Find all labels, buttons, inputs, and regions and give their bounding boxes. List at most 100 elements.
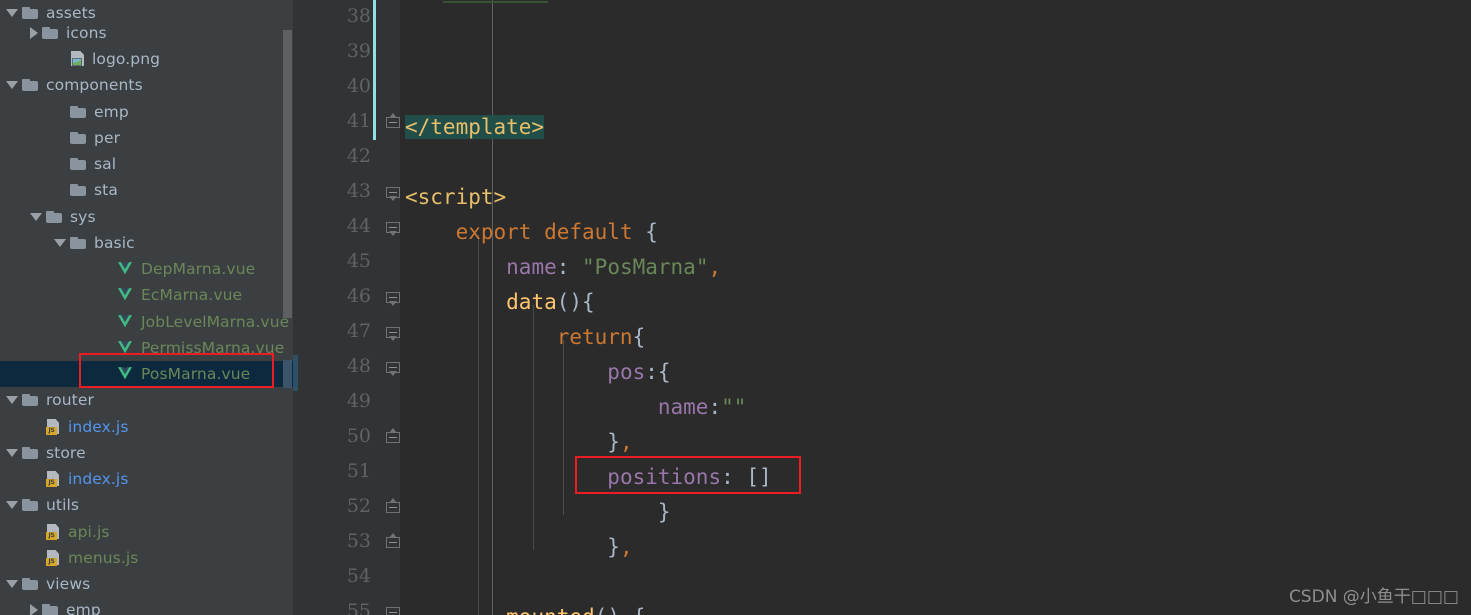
ide-screenshot: assets icons logo.png components emp per sal st…: [0, 0, 1471, 615]
code-token: mounted: [506, 605, 595, 615]
tree-item-depmarna-vue[interactable]: DepMarna.vue: [0, 256, 293, 282]
fold-toggle-icon[interactable]: [386, 607, 400, 615]
tree-item-label: index.js: [68, 418, 129, 436]
code-editor[interactable]: 38 39 40 41 42 43 44 45 46 47 48 49 50 51 52 53 54 55 </t…: [293, 0, 1471, 615]
fold-toggle-icon[interactable]: [386, 292, 400, 306]
code-token: {: [582, 290, 595, 314]
chevron-right-icon[interactable]: [30, 604, 38, 615]
code-token: name: [657, 395, 709, 419]
fold-toggle-icon[interactable]: [386, 533, 400, 551]
line-number: 41: [346, 110, 371, 132]
js-file-icon: JS: [46, 524, 61, 540]
code-token: name: [506, 255, 557, 279]
folder-icon: [22, 393, 39, 407]
line-number: 53: [346, 530, 371, 552]
tree-item-store[interactable]: store: [0, 440, 293, 466]
project-tree-panel[interactable]: assets icons logo.png components emp per sal st…: [0, 0, 293, 615]
code-line[interactable]: return{: [405, 320, 646, 355]
tree-item-icons[interactable]: icons: [0, 20, 293, 46]
folder-icon: [70, 105, 87, 119]
tree-item-label: sta: [94, 181, 118, 199]
code-line[interactable]: <script>: [405, 180, 506, 215]
fold-toggle-icon[interactable]: [386, 498, 400, 516]
code-line[interactable]: pos:{: [405, 355, 670, 390]
code-line[interactable]: export default {: [405, 215, 658, 250]
code-line[interactable]: name:"": [405, 390, 747, 425]
tree-item-label: basic: [94, 234, 135, 252]
code-folding-rail[interactable]: [393, 0, 493, 615]
line-number: 46: [346, 285, 371, 307]
tree-item-sys[interactable]: sys: [0, 204, 293, 230]
fold-toggle-icon[interactable]: [386, 327, 400, 341]
chevron-down-icon[interactable]: [6, 580, 18, 588]
tree-item-logo-png[interactable]: logo.png: [0, 46, 293, 72]
code-line[interactable]: },: [405, 530, 633, 565]
tree-item-posmarna-vue[interactable]: PosMarna.vue: [0, 361, 293, 387]
code-token: ,: [619, 535, 633, 559]
folder-icon: [70, 236, 87, 250]
chevron-down-icon[interactable]: [6, 396, 18, 404]
js-file-icon: JS: [46, 550, 61, 566]
tree-item-index-js[interactable]: JS index.js: [0, 414, 293, 440]
chevron-down-icon[interactable]: [30, 213, 42, 221]
code-line[interactable]: mounted() {: [405, 600, 645, 615]
tree-item-ecmarna-vue[interactable]: EcMarna.vue: [0, 282, 293, 308]
fold-toggle-icon[interactable]: [386, 428, 400, 446]
code-line[interactable]: },: [405, 425, 632, 460]
chevron-down-icon[interactable]: [6, 81, 18, 89]
tree-item-emp[interactable]: emp: [0, 597, 293, 615]
fold-toggle-icon[interactable]: [386, 222, 400, 236]
tree-item-components[interactable]: components: [0, 72, 293, 98]
chevron-right-icon[interactable]: [30, 27, 38, 39]
tree-item-joblevelmarna-vue[interactable]: JobLevelMarna.vue: [0, 309, 293, 335]
tree-item-per[interactable]: per: [0, 125, 293, 151]
chevron-down-icon[interactable]: [54, 239, 66, 247]
tree-item-router[interactable]: router: [0, 387, 293, 413]
tree-item-views[interactable]: views: [0, 571, 293, 597]
csdn-watermark: CSDN @小鱼干□□□: [1288, 587, 1459, 607]
tree-item-emp[interactable]: emp: [0, 99, 293, 125]
fold-toggle-icon[interactable]: [386, 362, 400, 376]
chevron-down-icon[interactable]: [6, 501, 18, 509]
code-token: {: [620, 605, 646, 615]
fold-toggle-icon[interactable]: [386, 113, 400, 131]
tree-item-basic[interactable]: basic: [0, 230, 293, 256]
tree-item-label: api.js: [68, 523, 110, 541]
tree-item-menus-js[interactable]: JS menus.js: [0, 545, 293, 571]
tree-item-sal[interactable]: sal: [0, 151, 293, 177]
code-line[interactable]: data(){: [405, 285, 595, 320]
code-token: }: [607, 535, 620, 559]
code-line[interactable]: </template>: [405, 110, 545, 145]
tree-item-index-js[interactable]: JS index.js: [0, 466, 293, 492]
fold-toggle-icon[interactable]: [386, 187, 400, 201]
code-token: {: [632, 325, 646, 349]
folder-icon: [22, 498, 39, 512]
tree-item-label: views: [46, 575, 91, 593]
tree-item-api-js[interactable]: JS api.js: [0, 519, 293, 545]
tree-item-sta[interactable]: sta: [0, 177, 293, 203]
code-line[interactable]: }: [405, 495, 671, 530]
folder-icon: [42, 26, 59, 40]
tree-item-utils[interactable]: utils: [0, 492, 293, 518]
code-token: :: [721, 465, 747, 489]
tree-item-label: menus.js: [68, 549, 139, 567]
project-tree-scrollbar[interactable]: [283, 30, 292, 318]
code-token: positions: [607, 465, 722, 489]
tree-item-permissmarna-vue[interactable]: PermissMarna.vue: [0, 335, 293, 361]
line-number: 43: [346, 180, 371, 202]
chevron-down-icon[interactable]: [6, 449, 18, 457]
code-line[interactable]: positions: []: [405, 460, 771, 495]
code-line[interactable]: name: "PosMarna",: [405, 250, 721, 285]
chevron-down-icon[interactable]: [6, 9, 18, 17]
